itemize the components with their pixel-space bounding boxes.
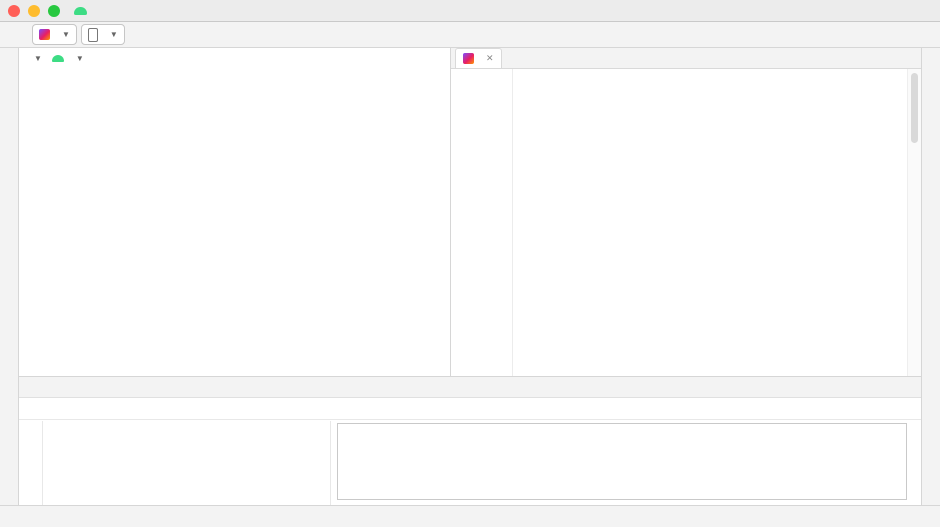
device-select[interactable]: ▼	[81, 24, 125, 45]
minimize-window-button[interactable]	[28, 5, 40, 17]
project-panel-header: ▼ ▼	[19, 48, 450, 69]
run-tab-bar	[19, 377, 921, 398]
chevron-down-icon: ▼	[110, 30, 118, 39]
editor-scrollbar[interactable]	[907, 69, 921, 376]
run-body	[19, 421, 921, 505]
run-tool-window	[19, 376, 921, 505]
close-window-button[interactable]	[8, 5, 20, 17]
chevron-down-icon: ▼	[34, 54, 42, 63]
editor-tab-bar: ✕	[451, 48, 921, 69]
project-view-select[interactable]: ▼	[49, 49, 87, 69]
zoom-window-button[interactable]	[48, 5, 60, 17]
run-console[interactable]	[337, 423, 907, 500]
left-tool-stripe	[0, 48, 19, 505]
changelist-select[interactable]: ▼	[24, 49, 45, 69]
status-bar	[0, 505, 940, 527]
android-studio-icon	[74, 7, 87, 15]
editor-panel: ✕	[451, 48, 921, 376]
right-tool-stripe	[921, 48, 940, 505]
close-tab-icon[interactable]: ✕	[486, 53, 494, 64]
android-studio-window: ▼ ▼ ▼ ▼	[0, 0, 940, 527]
code-area[interactable]	[451, 69, 908, 376]
project-tree	[19, 70, 450, 376]
device-icon	[88, 28, 98, 42]
run-config-icon	[39, 29, 50, 40]
android-icon	[52, 55, 64, 62]
main-toolbar: ▼ ▼	[0, 22, 940, 48]
run-configuration-select[interactable]: ▼	[32, 24, 77, 45]
kotlin-file-icon	[463, 53, 474, 64]
chevron-down-icon: ▼	[76, 54, 84, 63]
chevron-down-icon: ▼	[62, 30, 70, 39]
run-toolbar	[19, 398, 921, 420]
title-bar	[0, 0, 940, 22]
editor-tab[interactable]: ✕	[455, 48, 502, 68]
project-panel: ▼ ▼	[19, 48, 451, 376]
run-side-toolbar	[19, 421, 43, 505]
test-results-tree	[43, 421, 331, 505]
